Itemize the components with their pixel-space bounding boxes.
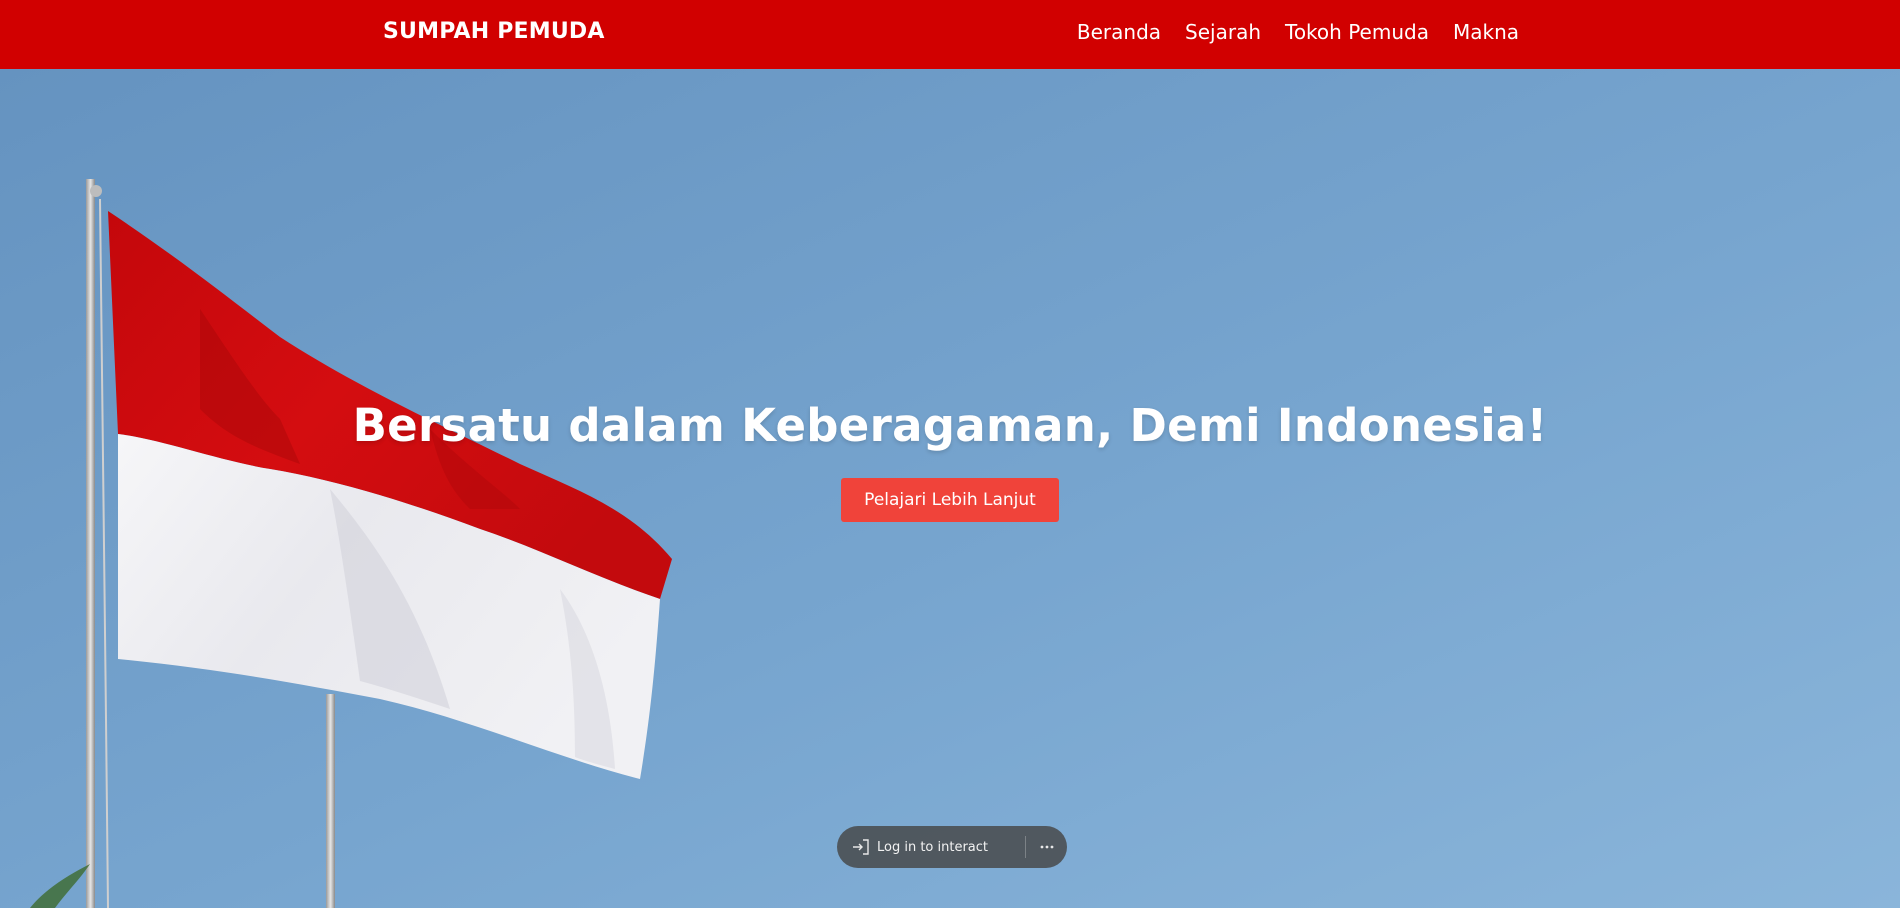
more-horizontal-icon[interactable] [1037,836,1057,858]
nav-link-makna[interactable]: Makna [1453,20,1519,44]
pill-divider [1025,836,1026,858]
nav-link-beranda[interactable]: Beranda [1077,20,1161,44]
nav-link-sejarah[interactable]: Sejarah [1185,20,1261,44]
hero-section: Bersatu dalam Keberagaman, Demi Indonesi… [0,69,1900,908]
hero-title: Bersatu dalam Keberagaman, Demi Indonesi… [352,399,1548,452]
site-brand[interactable]: SUMPAH PEMUDA [383,19,605,44]
top-navbar: SUMPAH PEMUDA Beranda Sejarah Tokoh Pemu… [0,0,1900,69]
hero-content: Bersatu dalam Keberagaman, Demi Indonesi… [0,399,1900,522]
learn-more-button[interactable]: Pelajari Lebih Lanjut [841,478,1059,522]
nav-menu: Beranda Sejarah Tokoh Pemuda Makna [1077,20,1519,44]
login-label[interactable]: Log in to interact [877,840,988,855]
login-prompt-bar[interactable]: Log in to interact [837,826,1067,868]
nav-link-tokoh-pemuda[interactable]: Tokoh Pemuda [1285,20,1429,44]
sign-in-icon [853,839,869,855]
